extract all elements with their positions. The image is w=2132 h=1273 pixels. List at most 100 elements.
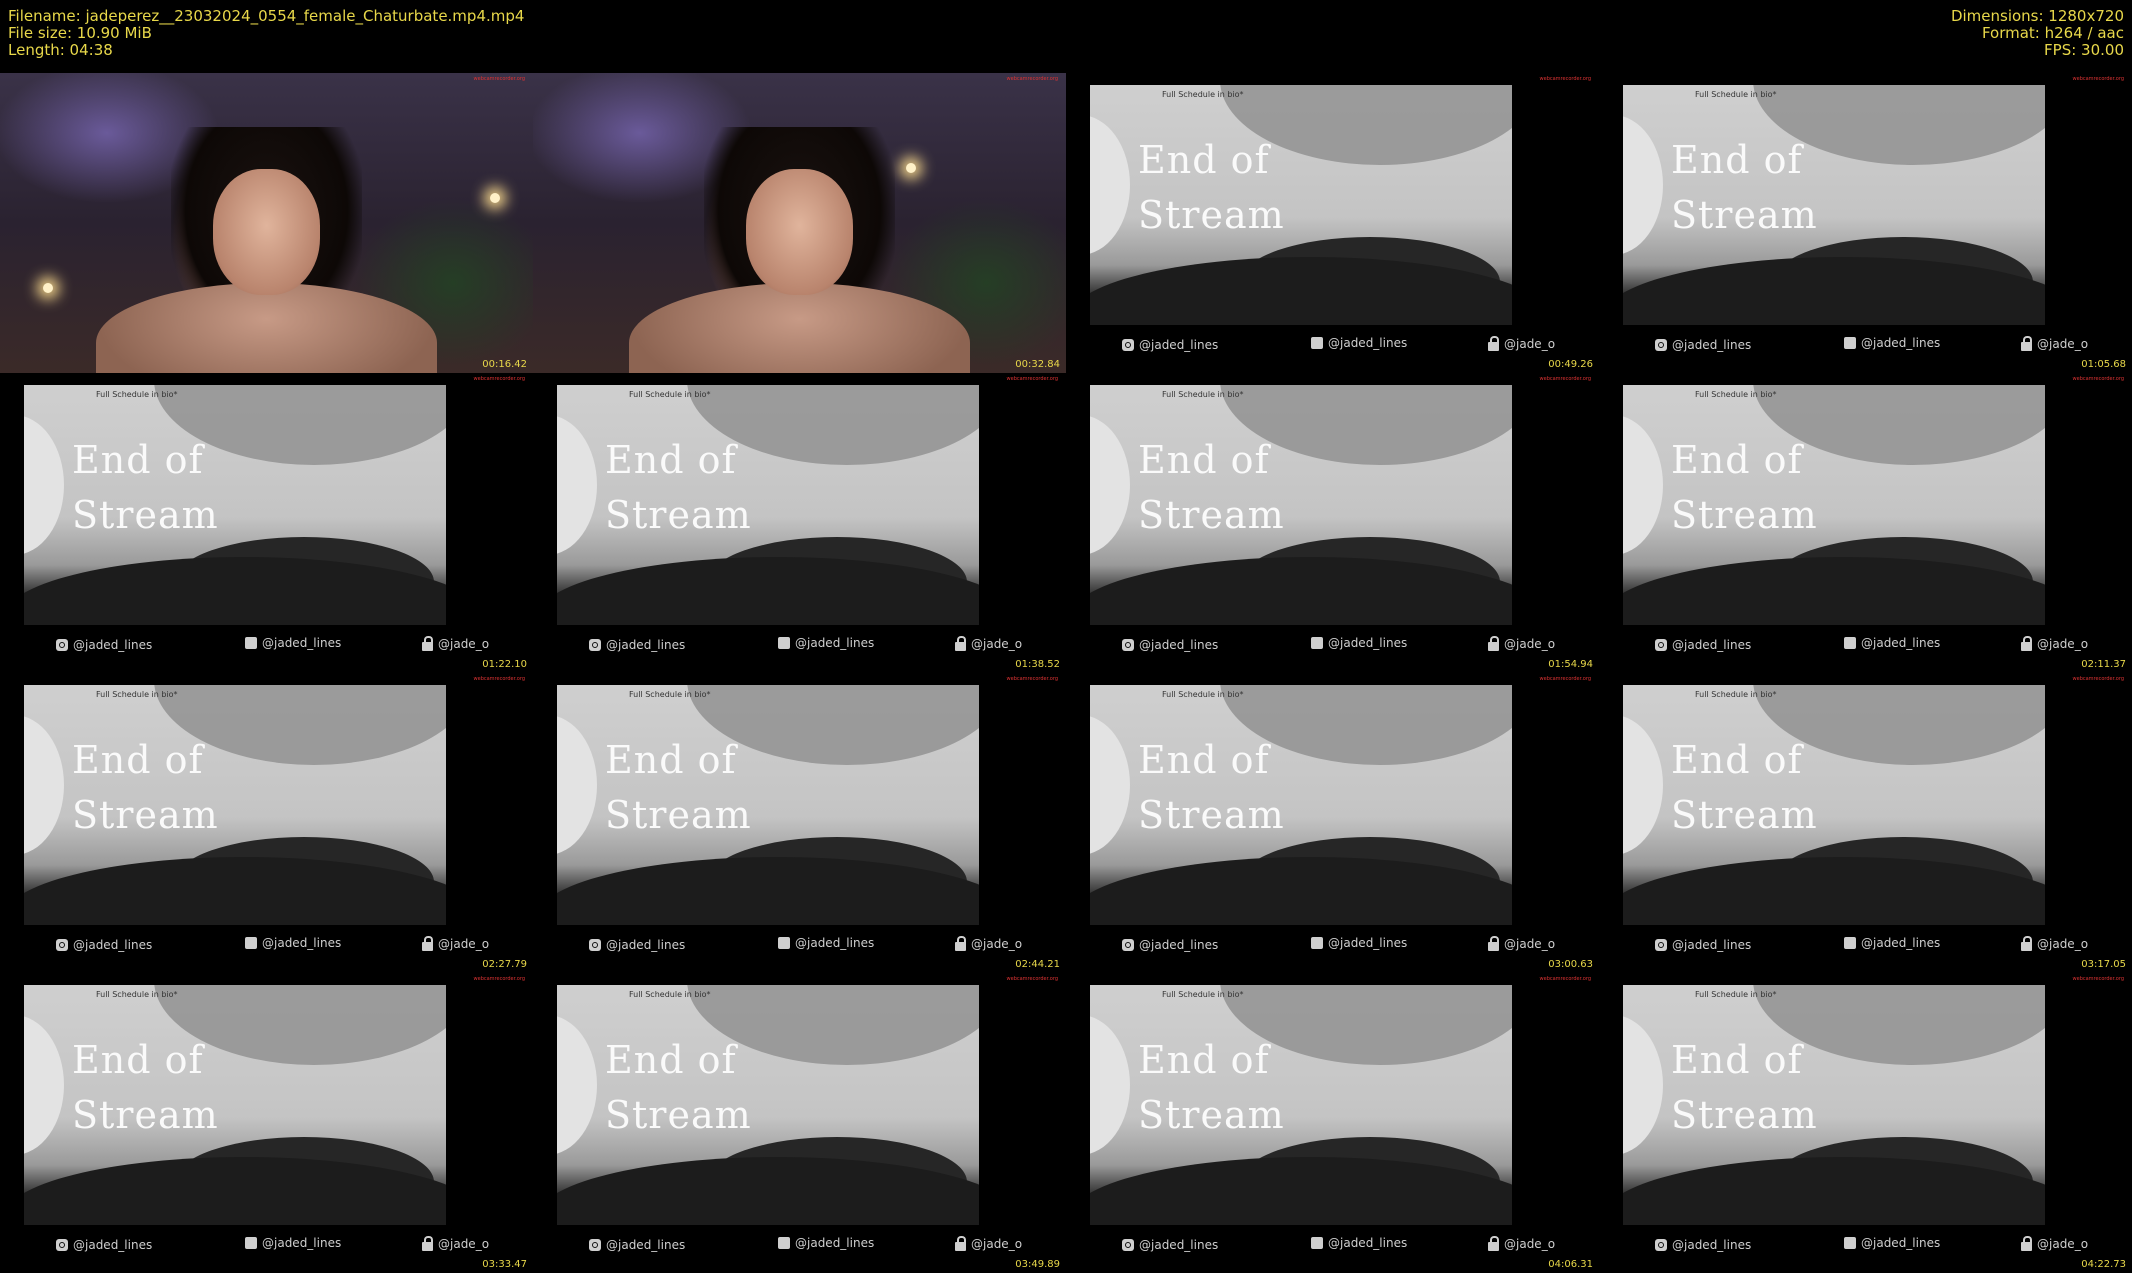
instagram-icon <box>56 1239 68 1251</box>
instagram-handle: @jaded_lines <box>1655 638 1751 652</box>
onlyfans-handle: @jade_o <box>2021 335 2088 351</box>
title-line-2: Stream <box>605 1093 752 1137</box>
twitter-icon <box>245 637 257 649</box>
slide-title: End of Stream <box>1671 133 1818 243</box>
slide-title: End of Stream <box>605 733 752 843</box>
instagram-text: @jaded_lines <box>1139 938 1219 952</box>
thumbnail[interactable]: Full Schedule in bio* End of Stream @jad… <box>0 373 533 673</box>
thumbnail[interactable]: Full Schedule in bio* End of Stream @jad… <box>533 673 1066 973</box>
instagram-text: @jaded_lines <box>73 1238 153 1252</box>
instagram-text: @jaded_lines <box>606 938 686 952</box>
thumbnail[interactable]: Full Schedule in bio* End of Stream @jad… <box>1599 373 2132 673</box>
lock-icon <box>955 935 966 951</box>
lamp-light <box>490 193 501 203</box>
twitter-text: @jaded_lines <box>795 936 875 950</box>
end-of-stream-slide: Full Schedule in bio* End of Stream <box>1623 985 2045 1225</box>
twitter-handle: @jaded_lines <box>245 936 341 950</box>
end-of-stream-slide: Full Schedule in bio* End of Stream <box>1090 85 1512 325</box>
twitter-handle: @jaded_lines <box>778 1236 874 1250</box>
timestamp: 01:38.52 <box>1015 659 1060 670</box>
title-line-1: End of <box>72 438 204 482</box>
instagram-text: @jaded_lines <box>1672 938 1752 952</box>
highlight-shape <box>1090 415 1130 555</box>
face-shape <box>213 169 320 295</box>
title-line-1: End of <box>72 738 204 782</box>
twitter-handle: @jaded_lines <box>245 636 341 650</box>
watermark: webcamrecorder.org <box>1539 976 1591 982</box>
thumbnail[interactable]: Full Schedule in bio* End of Stream @jad… <box>1599 673 2132 973</box>
thumbnail[interactable]: Full Schedule in bio* End of Stream @jad… <box>533 973 1066 1273</box>
timestamp: 03:33.47 <box>482 1259 527 1270</box>
twitter-text: @jaded_lines <box>795 636 875 650</box>
title-line-1: End of <box>1671 438 1803 482</box>
title-line-1: End of <box>1671 738 1803 782</box>
title-line-2: Stream <box>1138 193 1285 237</box>
thumbnail[interactable]: Full Schedule in bio* End of Stream @jad… <box>1066 973 1599 1273</box>
twitter-icon <box>1311 937 1323 949</box>
twitter-text: @jaded_lines <box>262 1236 342 1250</box>
slide-title: End of Stream <box>72 433 219 543</box>
shoulder-shape <box>628 283 971 373</box>
slide-title: End of Stream <box>1138 733 1285 843</box>
instagram-handle: @jaded_lines <box>589 938 685 952</box>
thumbnail[interactable]: Full Schedule in bio* End of Stream @jad… <box>0 673 533 973</box>
slide-title: End of Stream <box>1138 133 1285 243</box>
end-of-stream-slide: Full Schedule in bio* End of Stream <box>1090 685 1512 925</box>
twitter-icon <box>245 937 257 949</box>
thumbnail[interactable]: Full Schedule in bio* End of Stream @jad… <box>1599 973 2132 1273</box>
thumbnail[interactable]: Full Schedule in bio* End of Stream @jad… <box>1066 73 1599 373</box>
twitter-handle: @jaded_lines <box>778 936 874 950</box>
onlyfans-handle: @jade_o <box>422 1235 489 1251</box>
title-line-1: End of <box>605 1038 737 1082</box>
instagram-text: @jaded_lines <box>1672 638 1752 652</box>
onlyfans-handle: @jade_o <box>1488 335 1556 351</box>
timestamp: 03:49.89 <box>1015 1259 1060 1270</box>
lock-icon <box>2021 1235 2032 1251</box>
onlyfans-text: @jade_o <box>1504 337 1556 351</box>
twitter-icon <box>778 937 790 949</box>
timestamp: 04:06.31 <box>1548 1259 1593 1270</box>
timestamp: 03:17.05 <box>2081 959 2126 970</box>
fps-text: FPS: 30.00 <box>2044 41 2124 59</box>
filesize-text: File size: 10.90 MiB <box>8 24 152 42</box>
thumbnail[interactable]: Full Schedule in bio* End of Stream @jad… <box>1066 373 1599 673</box>
title-line-2: Stream <box>1138 793 1285 837</box>
instagram-text: @jaded_lines <box>1139 638 1219 652</box>
thumbnail[interactable]: Full Schedule in bio* End of Stream @jad… <box>1066 673 1599 973</box>
slide-title: End of Stream <box>1671 433 1818 543</box>
thumbnail[interactable]: Full Schedule in bio* End of Stream @jad… <box>1599 73 2132 373</box>
instagram-icon <box>1655 1239 1667 1251</box>
schedule-text: Full Schedule in bio* <box>629 990 711 999</box>
timestamp: 02:27.79 <box>482 959 527 970</box>
dune-shape <box>1090 1157 1512 1225</box>
thumbnail[interactable]: webcamrecorder.org 00:16.42 <box>0 73 533 373</box>
lock-icon <box>422 1235 433 1251</box>
onlyfans-handle: @jade_o <box>955 1235 1022 1251</box>
onlyfans-handle: @jade_o <box>1488 935 1555 951</box>
end-of-stream-slide: Full Schedule in bio* End of Stream <box>557 985 979 1225</box>
twitter-icon <box>778 1237 790 1249</box>
slide-title: End of Stream <box>72 1033 219 1143</box>
timestamp: 01:22.10 <box>482 659 527 670</box>
slide-title: End of Stream <box>1671 733 1818 843</box>
end-of-stream-slide: Full Schedule in bio* End of Stream <box>24 685 446 925</box>
thumbnail[interactable]: webcamrecorder.org 00:32.84 <box>533 73 1066 373</box>
thumbnail[interactable]: Full Schedule in bio* End of Stream @jad… <box>0 973 533 1273</box>
instagram-text: @jaded_lines <box>606 1238 686 1252</box>
twitter-handle: @jaded_lines <box>1844 1236 1940 1250</box>
twitter-text: @jaded_lines <box>1861 936 1941 950</box>
cam-frame <box>0 73 533 373</box>
timestamp: 02:11.37 <box>2081 659 2126 670</box>
instagram-handle: @jaded_lines <box>1122 638 1218 652</box>
thumbnail[interactable]: Full Schedule in bio* End of Stream @jad… <box>533 373 1066 673</box>
twitter-text: @jaded_lines <box>262 936 342 950</box>
onlyfans-handle: @jade_o <box>955 635 1022 651</box>
watermark: webcamrecorder.org <box>2072 976 2124 982</box>
twitter-text: @jaded_lines <box>1328 936 1408 950</box>
watermark: webcamrecorder.org <box>1006 76 1058 82</box>
instagram-text: @jaded_lines <box>1672 1238 1752 1252</box>
highlight-shape <box>1623 115 1663 255</box>
schedule-text: Full Schedule in bio* <box>1162 990 1244 999</box>
watermark: webcamrecorder.org <box>1539 676 1591 682</box>
watermark: webcamrecorder.org <box>1006 676 1058 682</box>
